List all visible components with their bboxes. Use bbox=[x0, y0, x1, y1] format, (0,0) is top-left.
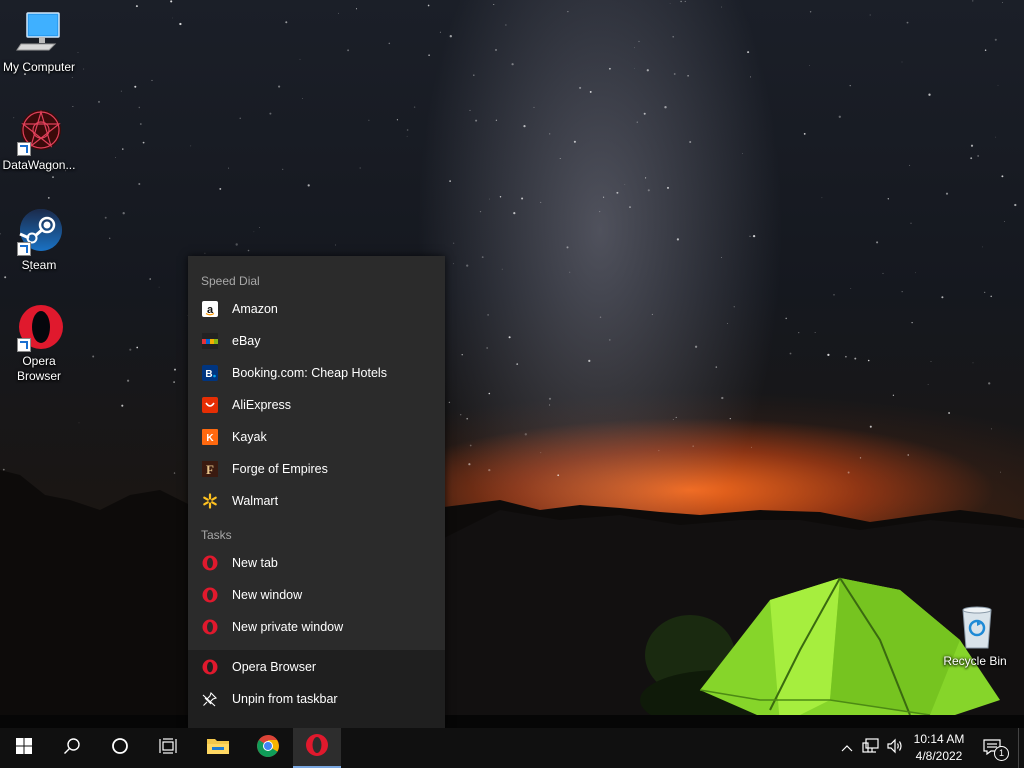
svg-text:F: F bbox=[206, 462, 214, 477]
jumplist-item-label: Booking.com: Cheap Hotels bbox=[232, 366, 387, 380]
jumplist-item-label: eBay bbox=[232, 334, 261, 348]
task-view-button[interactable] bbox=[144, 728, 192, 768]
kayak-icon: K bbox=[202, 429, 218, 445]
search-button[interactable] bbox=[48, 728, 96, 768]
walmart-icon bbox=[202, 493, 218, 509]
opera-icon bbox=[202, 555, 218, 571]
jumplist-item-label: Unpin from taskbar bbox=[232, 692, 338, 706]
jumplist-item-aliexpress[interactable]: AliExpress bbox=[188, 389, 445, 421]
jumplist-item-kayak[interactable]: K Kayak bbox=[188, 421, 445, 453]
desktop-icon-label: Opera Browser bbox=[16, 354, 61, 383]
jumplist-item-booking[interactable]: B Booking.com: Cheap Hotels bbox=[188, 357, 445, 389]
jumplist-item-amazon[interactable]: a Amazon bbox=[188, 293, 445, 325]
desktop-icon-datawagon[interactable]: DataWagon... bbox=[0, 108, 78, 173]
ebay-icon bbox=[202, 333, 218, 349]
file-explorer-icon bbox=[206, 736, 230, 761]
jumplist-item-label: New window bbox=[232, 588, 303, 602]
opera-icon bbox=[202, 659, 218, 675]
booking-icon: B bbox=[202, 365, 218, 381]
show-hidden-icons-button[interactable] bbox=[838, 728, 856, 768]
datawagon-icon bbox=[15, 108, 63, 156]
desktop-icon-steam[interactable]: Steam bbox=[0, 208, 78, 273]
clock-date: 4/8/2022 bbox=[915, 749, 963, 763]
start-button[interactable] bbox=[0, 728, 48, 768]
desktop-icon-opera-browser[interactable]: Opera Browser bbox=[0, 304, 78, 384]
computer-icon bbox=[15, 10, 63, 58]
jumplist-open-opera-browser[interactable]: Opera Browser bbox=[188, 651, 445, 683]
action-center-button[interactable]: 1 bbox=[978, 728, 1009, 768]
opera-icon bbox=[202, 587, 218, 603]
jumplist-item-label: Kayak bbox=[232, 430, 267, 444]
jumplist-item-forge-of-empires[interactable]: F Forge of Empires bbox=[188, 453, 445, 485]
jumplist-item-label: Walmart bbox=[232, 494, 279, 508]
desktop-icon-label: Recycle Bin bbox=[943, 654, 1007, 668]
desktop-icon-my-computer[interactable]: My Computer bbox=[0, 10, 78, 75]
jumplist-item-label: New private window bbox=[232, 620, 344, 634]
network-button[interactable] bbox=[860, 728, 882, 768]
jumplist-unpin-from-taskbar[interactable]: Unpin from taskbar bbox=[188, 683, 445, 715]
taskbar: 10:14 AM 4/8/2022 1 bbox=[0, 728, 1024, 768]
desktop-icon-label: DataWagon... bbox=[2, 158, 76, 172]
speed-dial-header: Speed Dial bbox=[201, 274, 260, 288]
jumplist-pinned-section: Opera Browser Unpin from taskbar bbox=[188, 650, 445, 728]
amazon-icon: a bbox=[202, 301, 218, 317]
opera-icon bbox=[305, 733, 329, 762]
unpin-icon bbox=[202, 691, 218, 707]
opera-icon bbox=[202, 619, 218, 635]
chrome-icon bbox=[256, 734, 280, 763]
cortana-button[interactable] bbox=[96, 728, 144, 768]
volume-icon bbox=[886, 738, 904, 759]
steam-icon bbox=[15, 208, 63, 256]
tasks-header: Tasks bbox=[201, 528, 232, 542]
jumplist-item-walmart[interactable]: Walmart bbox=[188, 485, 445, 517]
jumplist-item-ebay[interactable]: eBay bbox=[188, 325, 445, 357]
jumplist-item-label: AliExpress bbox=[232, 398, 292, 412]
volume-button[interactable] bbox=[884, 728, 906, 768]
recycle-bin-icon bbox=[951, 604, 999, 652]
desktop-icon-recycle-bin[interactable]: Recycle Bin bbox=[936, 604, 1014, 669]
cortana-icon bbox=[111, 737, 129, 760]
mountains-and-tent bbox=[0, 470, 1024, 728]
aliexpress-icon bbox=[202, 397, 218, 413]
jumplist-item-label: Forge of Empires bbox=[232, 462, 328, 476]
chrome-button[interactable] bbox=[244, 728, 292, 768]
shortcut-arrow-icon bbox=[17, 338, 31, 352]
desktop-icon-label: Steam bbox=[21, 258, 57, 272]
file-explorer-button[interactable] bbox=[194, 728, 242, 768]
jumplist-item-label: New tab bbox=[232, 556, 278, 570]
clock-time: 10:14 AM bbox=[913, 732, 965, 746]
opera-taskbar-button[interactable] bbox=[293, 728, 341, 768]
task-view-icon bbox=[159, 737, 177, 760]
start-icon bbox=[16, 737, 32, 759]
notification-count-badge: 1 bbox=[994, 746, 1009, 761]
jumplist-task-new-tab[interactable]: New tab bbox=[188, 547, 445, 579]
search-icon bbox=[63, 737, 81, 760]
jumplist-task-new-private-window[interactable]: New private window bbox=[188, 611, 445, 643]
shortcut-arrow-icon bbox=[17, 142, 31, 156]
shortcut-arrow-icon bbox=[17, 242, 31, 256]
svg-text:B: B bbox=[205, 369, 212, 380]
clock[interactable]: 10:14 AM 4/8/2022 bbox=[906, 731, 972, 765]
jumplist-item-label: Amazon bbox=[232, 302, 278, 316]
notification-icon: 1 bbox=[983, 739, 1009, 761]
forge-of-empires-icon: F bbox=[202, 461, 218, 477]
desktop-wallpaper bbox=[0, 0, 1024, 768]
opera-icon bbox=[15, 304, 63, 352]
network-icon bbox=[862, 737, 880, 759]
jumplist-task-new-window[interactable]: New window bbox=[188, 579, 445, 611]
opera-jump-list: Speed Dial a Amazon eBay B Booking.com: … bbox=[188, 256, 445, 728]
chevron-up-icon bbox=[841, 739, 853, 757]
desktop-icon-label: My Computer bbox=[2, 60, 76, 74]
show-desktop-button[interactable] bbox=[1018, 728, 1024, 768]
jumplist-item-label: Opera Browser bbox=[232, 660, 317, 674]
svg-text:K: K bbox=[206, 433, 214, 444]
